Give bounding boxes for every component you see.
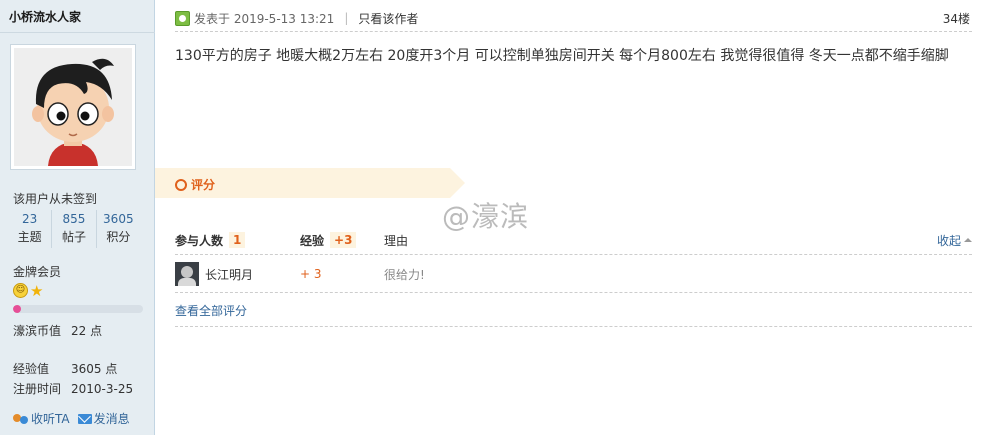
post-header: 发表于 2019-5-13 13:21 | 只看该作者 34楼 bbox=[175, 8, 970, 28]
floor-number[interactable]: 34楼 bbox=[943, 10, 970, 27]
rating-table-header: 参与人数 1 经验 +3 理由 收起 bbox=[175, 228, 972, 252]
user-sidebar: 小桥流水人家 该用户从未签到 23 主题 855 帖子 3605 积分 金牌会员… bbox=[0, 0, 155, 435]
registered-row: 注册时间 2010-3-25 bbox=[13, 380, 133, 397]
rater-name[interactable]: 长江明月 bbox=[205, 266, 253, 283]
experience-value: 3605 点 bbox=[71, 362, 118, 376]
level-progress-bar bbox=[13, 305, 143, 313]
collapse-label: 收起 bbox=[936, 233, 961, 248]
participants-label: 参与人数 bbox=[175, 233, 224, 248]
divider bbox=[0, 32, 155, 33]
rating-title: 评分 bbox=[175, 176, 215, 193]
stat-value[interactable]: 3605 bbox=[97, 210, 140, 228]
user-actions: 收听TA 发消息 bbox=[13, 410, 130, 427]
registered-value: 2010-3-25 bbox=[71, 382, 134, 396]
currency-label: 濠滨币值 bbox=[13, 324, 62, 338]
divider bbox=[175, 326, 972, 327]
experience-cell: + 3 bbox=[300, 267, 384, 281]
message-button[interactable]: 发消息 bbox=[77, 410, 130, 427]
experience-value: + 3 bbox=[300, 267, 322, 281]
reason-header: 理由 bbox=[384, 232, 937, 249]
divider bbox=[175, 254, 972, 255]
stat-posts[interactable]: 855 帖子 bbox=[51, 210, 95, 248]
stat-label: 帖子 bbox=[61, 230, 86, 244]
currency-row: 濠滨币值 22 点 bbox=[13, 322, 102, 339]
currency-value: 22 点 bbox=[71, 324, 103, 338]
stat-label: 主题 bbox=[17, 230, 42, 244]
caret-up-icon bbox=[964, 238, 972, 242]
registered-label: 注册时间 bbox=[13, 382, 62, 396]
experience-header: 经验 +3 bbox=[300, 232, 384, 249]
avatar[interactable] bbox=[10, 44, 136, 170]
signin-status: 该用户从未签到 bbox=[13, 192, 98, 206]
participants-count: 1 bbox=[229, 232, 246, 248]
stat-value[interactable]: 23 bbox=[8, 210, 51, 228]
collapse-button[interactable]: 收起 bbox=[937, 232, 972, 249]
online-status-icon bbox=[175, 10, 190, 26]
rater-avatar[interactable] bbox=[175, 262, 199, 286]
experience-col-label: 经验 bbox=[300, 233, 325, 248]
post-content: 130平方的房子 地暖大概2万左右 20度开3个月 可以控制单独房间开关 每个月… bbox=[175, 48, 949, 64]
separator: | bbox=[344, 11, 349, 25]
experience-row: 经验值 3605 点 bbox=[13, 360, 117, 377]
rating-title-text: 评分 bbox=[191, 178, 216, 192]
star-medal-icon: ★ bbox=[30, 282, 44, 300]
experience-total: +3 bbox=[330, 232, 357, 248]
author-only-link[interactable]: 只看该作者 bbox=[358, 10, 418, 27]
message-label: 发消息 bbox=[93, 412, 130, 426]
view-all-ratings-link[interactable]: 查看全部评分 bbox=[175, 302, 247, 319]
divider bbox=[175, 292, 972, 293]
username[interactable]: 小桥流水人家 bbox=[9, 8, 81, 25]
reason-text: 很给力! bbox=[384, 267, 425, 282]
stat-points[interactable]: 3605 积分 bbox=[95, 210, 140, 248]
medals: ☺ ★ bbox=[13, 283, 46, 299]
experience-label: 经验值 bbox=[13, 362, 50, 376]
stat-value[interactable]: 855 bbox=[52, 210, 95, 228]
user-stats: 23 主题 855 帖子 3605 积分 bbox=[8, 210, 140, 248]
users-icon bbox=[13, 412, 29, 426]
rater-cell: 长江明月 bbox=[175, 262, 300, 286]
mail-icon bbox=[77, 413, 92, 424]
follow-label: 收听TA bbox=[31, 412, 70, 426]
table-row: 长江明月 + 3 很给力! bbox=[175, 261, 972, 287]
user-group[interactable]: 金牌会员 bbox=[13, 263, 61, 280]
stat-label: 积分 bbox=[106, 230, 131, 244]
reason-cell: 很给力! bbox=[384, 266, 972, 283]
avatar-image bbox=[14, 48, 132, 166]
stat-threads[interactable]: 23 主题 bbox=[8, 210, 51, 248]
smiley-medal-icon: ☺ bbox=[13, 283, 28, 298]
divider bbox=[175, 31, 972, 32]
level-progress-fill bbox=[13, 305, 21, 313]
reason-col-label: 理由 bbox=[384, 233, 409, 248]
post-time: 发表于 2019-5-13 13:21 bbox=[194, 11, 335, 26]
follow-button[interactable]: 收听TA bbox=[13, 410, 70, 427]
participants-header: 参与人数 1 bbox=[175, 232, 300, 249]
circle-icon bbox=[175, 178, 187, 191]
